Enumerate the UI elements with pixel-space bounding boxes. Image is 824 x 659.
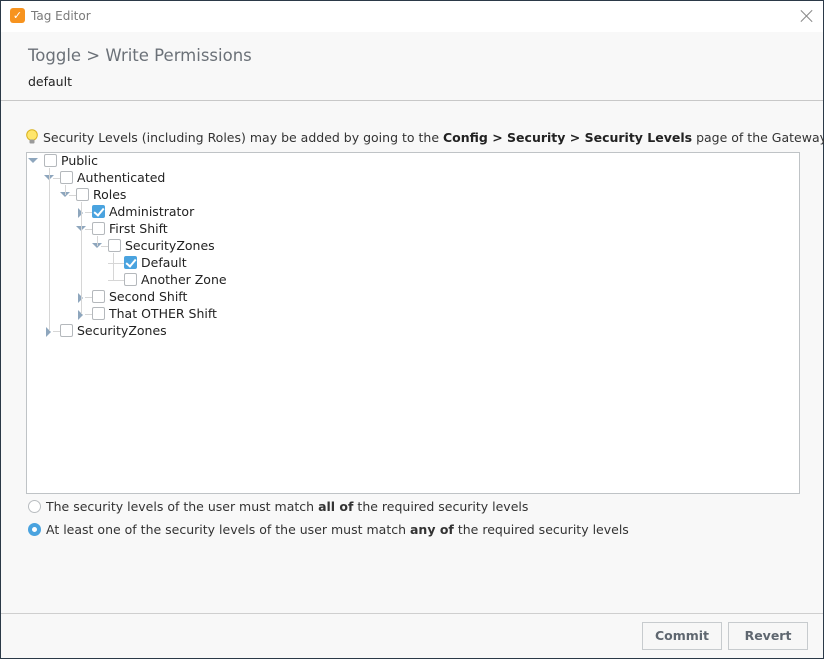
tag-provider-subtitle: default bbox=[28, 74, 72, 89]
node-checkbox[interactable] bbox=[124, 256, 137, 269]
tree-connector bbox=[85, 212, 92, 213]
tree-connector bbox=[101, 246, 108, 247]
node-label: Second Shift bbox=[109, 289, 188, 304]
ignition-tag-icon: ✓ bbox=[10, 8, 25, 23]
tree-guide-line bbox=[49, 168, 50, 331]
node-label: SecurityZones bbox=[77, 323, 167, 338]
node-label: Administrator bbox=[109, 204, 195, 219]
tree-guide-line bbox=[81, 202, 82, 314]
security-levels-tree: Public Authenticated Roles Administrator Fir… bbox=[26, 152, 800, 494]
node-label: First Shift bbox=[109, 221, 168, 236]
node-label: Default bbox=[141, 255, 187, 270]
match-any-prefix: At least one of the security levels of t… bbox=[46, 522, 410, 537]
node-checkbox[interactable] bbox=[60, 171, 73, 184]
match-any-radio[interactable] bbox=[28, 523, 41, 536]
node-checkbox[interactable] bbox=[76, 188, 89, 201]
close-icon[interactable] bbox=[799, 8, 815, 24]
tree-connector bbox=[108, 263, 124, 264]
tree-connector bbox=[69, 195, 76, 196]
node-checkbox[interactable] bbox=[92, 307, 105, 320]
footer-divider bbox=[1, 613, 823, 614]
tree-guide-line bbox=[113, 253, 114, 280]
node-checkbox[interactable] bbox=[44, 154, 57, 167]
tree-connector bbox=[53, 331, 60, 332]
node-label: SecurityZones bbox=[125, 238, 215, 253]
node-checkbox[interactable] bbox=[60, 324, 73, 337]
editor-header: Toggle > Write Permissions default bbox=[1, 32, 823, 101]
node-checkbox[interactable] bbox=[124, 273, 137, 286]
revert-button[interactable]: Revert bbox=[728, 622, 808, 650]
match-all-bold: all of bbox=[318, 499, 354, 514]
match-all-prefix: The security levels of the user must mat… bbox=[46, 499, 319, 514]
node-label: Authenticated bbox=[77, 170, 166, 185]
commit-button[interactable]: Commit bbox=[642, 622, 722, 650]
expand-arrow-icon[interactable] bbox=[28, 157, 38, 167]
tree-connector bbox=[53, 178, 60, 179]
tree-connector bbox=[85, 297, 92, 298]
tree-connector bbox=[85, 314, 92, 315]
match-any-bold: any of bbox=[410, 522, 454, 537]
node-checkbox[interactable] bbox=[108, 239, 121, 252]
match-all-suffix: the required security levels bbox=[353, 499, 529, 514]
title-bar: ✓ Tag Editor bbox=[1, 1, 823, 32]
match-any-suffix: the required security levels bbox=[453, 522, 629, 537]
node-label: Public bbox=[61, 153, 98, 168]
security-hint: Security Levels (including Roles) may be… bbox=[25, 129, 824, 145]
node-checkbox[interactable] bbox=[92, 290, 105, 303]
node-label: Roles bbox=[93, 187, 127, 202]
node-label: Another Zone bbox=[141, 272, 227, 287]
tag-editor-window: ✓ Tag Editor Toggle > Write Permissions … bbox=[0, 0, 824, 659]
hint-suffix: page of the Gateway Web Interface bbox=[696, 130, 824, 145]
hint-path: Config > Security > Security Levels bbox=[443, 130, 693, 145]
lightbulb-icon bbox=[26, 129, 38, 144]
node-checkbox[interactable] bbox=[92, 222, 105, 235]
window-title: Tag Editor bbox=[31, 9, 91, 23]
hint-prefix: Security Levels (including Roles) may be… bbox=[43, 130, 443, 145]
tree-connector bbox=[85, 229, 92, 230]
tree-guide-line bbox=[97, 236, 98, 246]
match-all-radio[interactable] bbox=[28, 500, 41, 513]
tree-connector bbox=[108, 280, 124, 281]
breadcrumb: Toggle > Write Permissions bbox=[28, 46, 252, 65]
node-checkbox[interactable] bbox=[92, 205, 105, 218]
node-label: That OTHER Shift bbox=[109, 306, 217, 321]
tree-guide-line bbox=[65, 185, 66, 195]
